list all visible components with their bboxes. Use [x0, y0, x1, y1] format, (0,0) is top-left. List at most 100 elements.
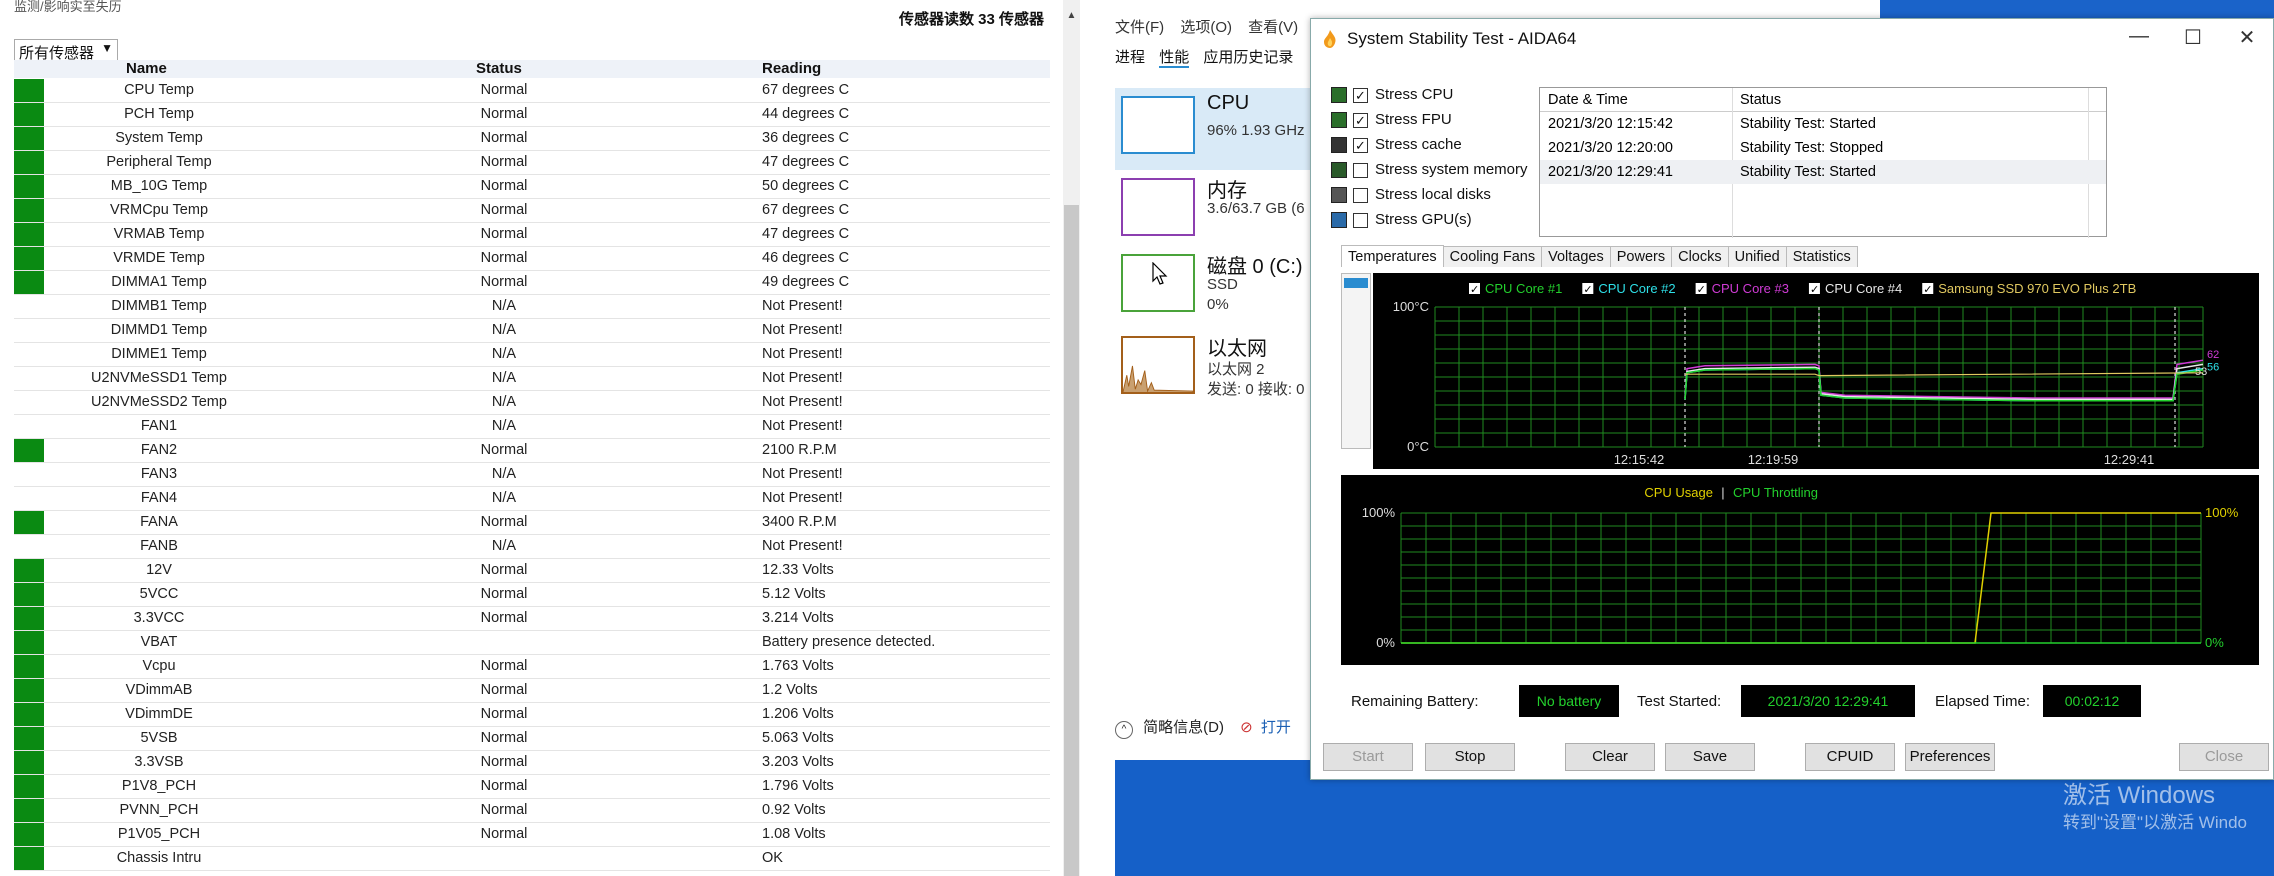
sensor-status: Normal: [480, 82, 528, 98]
start-button[interactable]: Start: [1323, 743, 1413, 771]
save-button[interactable]: Save: [1665, 743, 1755, 771]
check-icon: ✓: [1697, 283, 1706, 296]
table-row[interactable]: Vcpu Normal 1.763 Volts: [14, 655, 1050, 679]
table-row[interactable]: FAN2 Normal 2100 R.P.M: [14, 439, 1050, 463]
sensor-filter-select[interactable]: 所有传感器 ▼: [14, 39, 118, 62]
menu-file[interactable]: 文件(F): [1115, 19, 1164, 36]
preferences-button[interactable]: Preferences: [1905, 743, 1995, 771]
sensor-status: Normal: [480, 730, 528, 746]
tab-app-history[interactable]: 应用历史记录: [1203, 49, 1293, 66]
log-row[interactable]: 2021/3/20 12:29:41 Stability Test: Starte…: [1540, 160, 2106, 184]
memory-thumbnail: [1121, 178, 1195, 236]
sensor-name: FAN3: [140, 466, 178, 482]
table-row[interactable]: FAN3 N/A Not Present!: [14, 463, 1050, 487]
table-row[interactable]: FAN4 N/A Not Present!: [14, 487, 1050, 511]
tab-cooling-fans[interactable]: Cooling Fans: [1442, 246, 1543, 267]
table-row[interactable]: VRMDE Temp Normal 46 degrees C: [14, 247, 1050, 271]
aida64-window: System Stability Test - AIDA64 — ☐ ✕ ✓ St…: [1310, 18, 2274, 780]
table-row[interactable]: DIMME1 Temp N/A Not Present!: [14, 343, 1050, 367]
table-row[interactable]: Chassis Intru OK: [14, 847, 1050, 871]
log-col-status[interactable]: Status: [1740, 92, 1781, 108]
table-row[interactable]: System Temp Normal 36 degrees C: [14, 127, 1050, 151]
checkbox[interactable]: ✓: [1353, 88, 1368, 103]
cpuid-button[interactable]: CPUID: [1805, 743, 1895, 771]
sensor-status: Normal: [480, 226, 528, 242]
scrollbar-thumb[interactable]: [1064, 205, 1079, 876]
maximize-icon[interactable]: ☐: [2173, 25, 2213, 50]
table-row[interactable]: FANB N/A Not Present!: [14, 535, 1050, 559]
table-row[interactable]: VRMCpu Temp Normal 67 degrees C: [14, 199, 1050, 223]
table-row[interactable]: 3.3VSB Normal 3.203 Volts: [14, 751, 1050, 775]
table-row[interactable]: DIMMA1 Temp Normal 49 degrees C: [14, 271, 1050, 295]
table-row[interactable]: MB_10G Temp Normal 50 degrees C: [14, 175, 1050, 199]
sensor-status: Normal: [480, 154, 528, 170]
table-row[interactable]: FANA Normal 3400 R.P.M: [14, 511, 1050, 535]
chevron-up-icon[interactable]: ^: [1115, 721, 1133, 739]
close-icon[interactable]: ✕: [2227, 25, 2267, 50]
menu-view[interactable]: 查看(V): [1248, 19, 1298, 36]
checkbox[interactable]: [1353, 163, 1368, 178]
sensor-reading: Not Present!: [762, 418, 843, 434]
title-bar[interactable]: System Stability Test - AIDA64 — ☐ ✕: [1311, 19, 2273, 59]
table-row[interactable]: VDimmDE Normal 1.206 Volts: [14, 703, 1050, 727]
sensor-status: Normal: [480, 658, 528, 674]
sensor-reading: 1.2 Volts: [762, 682, 818, 698]
table-row[interactable]: 5VCC Normal 5.12 Volts: [14, 583, 1050, 607]
graph-list[interactable]: [1341, 273, 1371, 449]
minimize-icon[interactable]: —: [2119, 25, 2159, 48]
tab-processes[interactable]: 进程: [1115, 49, 1145, 66]
table-row[interactable]: DIMMD1 Temp N/A Not Present!: [14, 319, 1050, 343]
activate-windows-title: 激活 Windows: [2063, 782, 2216, 809]
table-row[interactable]: FAN1 N/A Not Present!: [14, 415, 1050, 439]
clear-button[interactable]: Clear: [1565, 743, 1655, 771]
scroll-up-icon[interactable]: ▲: [1063, 10, 1080, 21]
table-row[interactable]: 12V Normal 12.33 Volts: [14, 559, 1050, 583]
log-row[interactable]: 2021/3/20 12:20:00 Stability Test: Stoppe…: [1540, 136, 2106, 160]
col-reading[interactable]: Reading: [762, 60, 821, 77]
table-row[interactable]: CPU Temp Normal 67 degrees C: [14, 79, 1050, 103]
tab-unified[interactable]: Unified: [1727, 246, 1787, 267]
table-row[interactable]: VDimmAB Normal 1.2 Volts: [14, 679, 1050, 703]
table-row[interactable]: VBAT Battery presence detected.: [14, 631, 1050, 655]
table-row[interactable]: 5VSB Normal 5.063 Volts: [14, 727, 1050, 751]
table-row[interactable]: PCH Temp Normal 44 degrees C: [14, 103, 1050, 127]
table-row[interactable]: Peripheral Temp Normal 47 degrees C: [14, 151, 1050, 175]
tab-clocks[interactable]: Clocks: [1671, 246, 1729, 267]
checkbox[interactable]: [1353, 188, 1368, 203]
tab-voltages[interactable]: Voltages: [1541, 246, 1611, 267]
close-button[interactable]: Close: [2179, 743, 2269, 771]
sensor-name: PVNN_PCH: [119, 802, 199, 818]
event-log[interactable]: Date & Time Status 2021/3/20 12:15:42 Sta…: [1539, 87, 2107, 238]
table-row[interactable]: U2NVMeSSD1 Temp N/A Not Present!: [14, 367, 1050, 391]
tab-statistics[interactable]: Statistics: [1785, 246, 1858, 267]
sensor-reading: 49 degrees C: [762, 274, 850, 290]
open-resource-monitor-link[interactable]: 打开: [1261, 719, 1291, 736]
checkbox[interactable]: ✓: [1353, 138, 1368, 153]
log-row[interactable]: 2021/3/20 12:15:42 Stability Test: Starte…: [1540, 112, 2106, 136]
tab-temperatures[interactable]: Temperatures: [1341, 245, 1444, 267]
table-row[interactable]: U2NVMeSSD2 Temp N/A Not Present!: [14, 391, 1050, 415]
table-row[interactable]: P1V05_PCH Normal 1.08 Volts: [14, 823, 1050, 847]
table-row[interactable]: DIMMB1 Temp N/A Not Present!: [14, 295, 1050, 319]
checkbox[interactable]: [1353, 213, 1368, 228]
stop-button[interactable]: Stop: [1425, 743, 1515, 771]
status-indicator: [14, 823, 44, 846]
fewer-details-link[interactable]: 简略信息(D): [1143, 719, 1224, 736]
table-row[interactable]: PVNN_PCH Normal 0.92 Volts: [14, 799, 1050, 823]
checkbox[interactable]: ✓: [1353, 113, 1368, 128]
table-row[interactable]: P1V8_PCH Normal 1.796 Volts: [14, 775, 1050, 799]
table-row[interactable]: 3.3VCC Normal 3.214 Volts: [14, 607, 1050, 631]
menu-options[interactable]: 选项(O): [1180, 19, 1232, 36]
table-row[interactable]: VRMAB Temp Normal 47 degrees C: [14, 223, 1050, 247]
resource-monitor-icon: ⊘: [1240, 719, 1253, 736]
log-col-datetime[interactable]: Date & Time: [1548, 92, 1628, 108]
legend-label: CPU Core #2: [1598, 281, 1675, 296]
col-status[interactable]: Status: [476, 60, 522, 77]
legend-label: Samsung SSD 970 EVO Plus 2TB: [1938, 281, 2136, 296]
remaining-battery-value: No battery: [1519, 685, 1619, 717]
tab-powers[interactable]: Powers: [1609, 246, 1673, 267]
col-name[interactable]: Name: [126, 60, 167, 77]
graph-list-selected[interactable]: [1344, 278, 1368, 288]
tab-performance[interactable]: 性能: [1159, 49, 1190, 68]
sensor-reading: Not Present!: [762, 370, 843, 386]
